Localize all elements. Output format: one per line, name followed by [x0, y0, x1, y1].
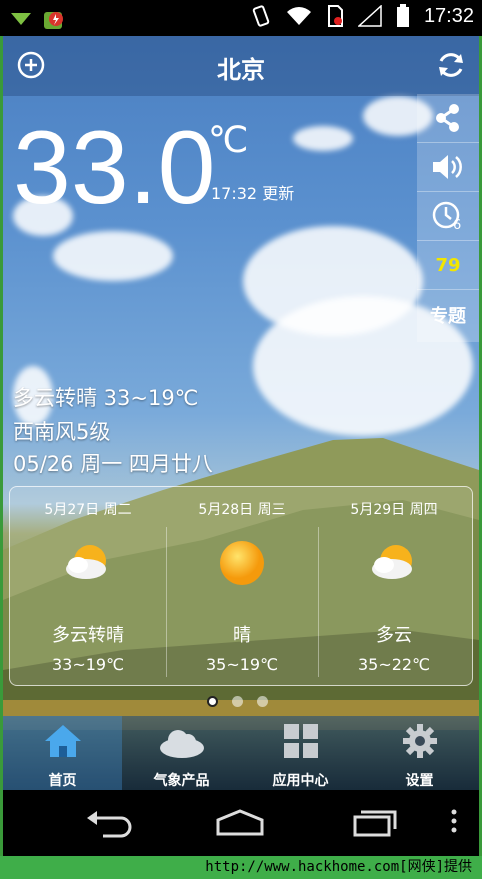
voice-broadcast-button[interactable]	[417, 143, 479, 192]
page-indicator	[207, 696, 268, 707]
speaker-icon	[433, 155, 462, 179]
tab-weather-products[interactable]: 气象产品	[122, 716, 241, 790]
forecast-panel[interactable]: 5月27日 周二 多云转晴 33~19℃ 5月28日 周三 晴 35~19℃ 5…	[9, 486, 473, 686]
partly-cloudy-icon	[372, 545, 412, 579]
clock-icon: 6	[432, 201, 461, 232]
forecast-date: 5月27日 周二	[44, 502, 132, 518]
side-panel: 6 79 专题	[417, 94, 479, 342]
forecast-range: 35~22℃	[357, 655, 431, 674]
forecast-date: 5月29日 周四	[350, 502, 438, 518]
forecast-date: 5月28日 周三	[198, 502, 286, 518]
overflow-menu-button[interactable]	[449, 808, 459, 838]
status-time: 17:32	[423, 4, 474, 27]
share-button[interactable]	[417, 94, 479, 143]
forecast-range: 33~19℃	[51, 655, 125, 674]
tab-label: 气象产品	[153, 773, 210, 789]
tab-label: 设置	[405, 773, 434, 789]
count-badge: 79	[435, 254, 461, 276]
wifi-icon	[286, 7, 311, 25]
forecast-day: 5月27日 周二 多云转晴 33~19℃	[12, 487, 164, 687]
update-time: 17:32 更新	[211, 184, 295, 203]
bottom-tab-bar: 首页 气象产品 应用中心 设置	[3, 716, 479, 790]
home-button[interactable]	[215, 808, 265, 838]
sunny-icon	[220, 541, 264, 585]
sim-card-icon	[327, 5, 343, 27]
topic-label: 专题	[430, 305, 466, 327]
tab-label: 首页	[48, 773, 77, 789]
weather-scene: 北京 33.0 ℃ 17:32 更新 6 79 专题 多云转晴 33~19℃ 西…	[3, 36, 479, 790]
gear-icon	[402, 724, 437, 758]
city-title: 北京	[217, 56, 265, 84]
topic-button[interactable]: 专题	[417, 290, 479, 339]
battery-icon	[396, 4, 409, 27]
date-line: 05/26 周一 四月廿八	[13, 452, 213, 476]
condition-line: 多云转晴 33~19℃	[13, 386, 199, 410]
temperature-unit: ℃	[208, 120, 249, 161]
page-dot[interactable]	[232, 696, 243, 707]
forecast-day: 5月29日 周四 多云 35~22℃	[318, 487, 470, 687]
count-badge-button[interactable]: 79	[417, 241, 479, 290]
status-bar: 17:32	[0, 0, 482, 36]
share-icon	[436, 104, 459, 132]
alarm-badge: 6	[453, 218, 461, 232]
cloud-decoration	[53, 231, 173, 281]
partly-cloudy-icon	[66, 545, 106, 579]
security-app-icon	[44, 12, 63, 29]
current-temperature: 33.0	[13, 110, 216, 226]
refresh-button[interactable]	[435, 49, 467, 81]
signal-icon	[357, 5, 382, 27]
forecast-desc: 晴	[233, 625, 251, 646]
source-watermark: http://www.hackhome.com[网侠]提供	[0, 856, 482, 879]
notification-arrow-icon	[11, 13, 31, 25]
page-dot[interactable]	[257, 696, 268, 707]
forecast-desc: 多云转晴	[52, 625, 124, 646]
cloud-decoration	[293, 126, 353, 151]
recent-apps-button[interactable]	[351, 808, 399, 838]
forecast-desc: 多云	[376, 625, 412, 646]
tab-settings[interactable]: 设置	[360, 716, 479, 790]
alarm-button[interactable]: 6	[417, 192, 479, 241]
app-header: 北京	[3, 36, 479, 96]
home-icon	[44, 725, 81, 757]
grid-icon	[283, 724, 318, 758]
page-dot-active[interactable]	[207, 696, 218, 707]
forecast-range: 35~19℃	[205, 655, 279, 674]
vibrate-icon	[252, 5, 270, 27]
forecast-day: 5月28日 周三 晴 35~19℃	[166, 487, 318, 687]
system-nav-bar	[3, 790, 479, 856]
cloud-icon	[159, 730, 204, 758]
wind-line: 西南风5级	[13, 420, 111, 444]
tab-home[interactable]: 首页	[3, 716, 122, 790]
tab-app-center[interactable]: 应用中心	[241, 716, 360, 790]
tab-label: 应用中心	[272, 773, 329, 789]
back-button[interactable]	[85, 808, 133, 838]
